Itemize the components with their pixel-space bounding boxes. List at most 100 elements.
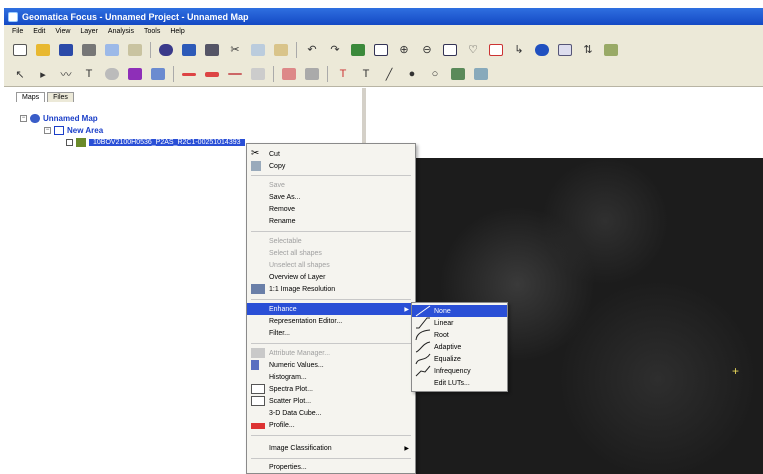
collapse-icon[interactable]: −: [44, 127, 51, 134]
report-icon[interactable]: [601, 41, 621, 59]
pan-icon[interactable]: ♡: [463, 41, 483, 59]
menu-item-spectra-plot[interactable]: Spectra Plot...: [247, 383, 415, 395]
menu-item-overview[interactable]: Overview of Layer: [247, 271, 415, 283]
save-icon[interactable]: [56, 41, 76, 59]
tab-files[interactable]: Files: [47, 92, 74, 102]
menu-item-representation-editor[interactable]: Representation Editor...: [247, 315, 415, 327]
menu-item-copy[interactable]: Copy: [247, 160, 415, 172]
pattern-icon[interactable]: [248, 65, 268, 83]
zoom-out-icon[interactable]: ⊖: [417, 41, 437, 59]
menu-item-scatter-plot[interactable]: Scatter Plot...: [247, 395, 415, 407]
next-arrow-icon[interactable]: ▸: [33, 65, 53, 83]
new-file-icon[interactable]: [10, 41, 30, 59]
point-size-icon[interactable]: ○: [425, 65, 445, 83]
menu-analysis[interactable]: Analysis: [108, 28, 134, 35]
menu-item-save-as[interactable]: Save As...: [247, 191, 415, 203]
zoom-extent-icon[interactable]: [348, 41, 368, 59]
zoom-in-icon[interactable]: ⊕: [394, 41, 414, 59]
undo-icon[interactable]: ↶: [302, 41, 322, 59]
database-icon[interactable]: [202, 41, 222, 59]
text-tool-icon[interactable]: T: [79, 65, 99, 83]
menu-item-profile[interactable]: Profile...: [247, 419, 415, 431]
menu-item-label: Attribute Manager...: [269, 349, 331, 357]
menu-item-save[interactable]: Save: [247, 179, 415, 191]
menu-item-histogram[interactable]: Histogram...: [247, 371, 415, 383]
menu-item-attribute-manager[interactable]: Attribute Manager...: [247, 347, 415, 359]
menu-item-label: Unselect all shapes: [269, 261, 330, 269]
open-folder-icon[interactable]: [33, 41, 53, 59]
font-size-icon[interactable]: T: [356, 65, 376, 83]
tree-node-map[interactable]: − Unnamed Map: [20, 114, 98, 123]
zoom-layer-icon[interactable]: [440, 41, 460, 59]
menu-file[interactable]: File: [12, 28, 23, 35]
submenu-item-none[interactable]: None: [412, 305, 507, 317]
bitmap-icon[interactable]: [471, 65, 491, 83]
tree-node-area[interactable]: − New Area: [44, 126, 103, 135]
scatter-plot-icon: [251, 396, 265, 406]
line-width-icon[interactable]: [202, 65, 222, 83]
menu-item-unselect-all[interactable]: Unselect all shapes: [247, 259, 415, 271]
title-bar: Geomatica Focus - Unnamed Project - Unna…: [4, 8, 763, 25]
info-icon[interactable]: [532, 41, 552, 59]
symbol-icon[interactable]: [279, 65, 299, 83]
menu-item-numeric-values[interactable]: Numeric Values...: [247, 359, 415, 371]
fill-color-icon[interactable]: [125, 65, 145, 83]
menu-item-rename[interactable]: Rename: [247, 215, 415, 227]
submenu-item-edit-luts[interactable]: Edit LUTs...: [412, 377, 507, 389]
window-icon[interactable]: [179, 41, 199, 59]
tree-node-layer[interactable]: 10BOV2100H0536_P2AS_R2C1-00251014393: [66, 138, 245, 147]
menu-view[interactable]: View: [55, 28, 70, 35]
menu-help[interactable]: Help: [170, 28, 184, 35]
tab-maps[interactable]: Maps: [16, 92, 46, 102]
submenu-item-adaptive[interactable]: Adaptive: [412, 341, 507, 353]
menu-item-select-all[interactable]: Select all shapes: [247, 247, 415, 259]
paste-icon[interactable]: [271, 41, 291, 59]
map-view-icon[interactable]: [102, 41, 122, 59]
layer-icon[interactable]: [125, 41, 145, 59]
menu-item-label: Copy: [269, 162, 286, 170]
submenu-item-equalize[interactable]: Equalize: [412, 353, 507, 365]
menu-item-label: Profile...: [269, 421, 295, 429]
lut-curve-icon: [416, 317, 430, 329]
menu-edit[interactable]: Edit: [33, 28, 45, 35]
menu-item-filter[interactable]: Filter...: [247, 327, 415, 339]
point-symbol-icon[interactable]: ●: [402, 65, 422, 83]
polyline-icon[interactable]: 〰: [56, 65, 76, 83]
menu-item-image-classification[interactable]: Image Classification ▶: [247, 442, 415, 454]
copy-icon[interactable]: [248, 41, 268, 59]
submenu-item-linear[interactable]: Linear: [412, 317, 507, 329]
arrow-style-icon[interactable]: [225, 65, 245, 83]
sort-icon[interactable]: ⇅: [578, 41, 598, 59]
submenu-item-infrequency[interactable]: Infrequency: [412, 365, 507, 377]
map-view[interactable]: +: [366, 88, 763, 474]
menu-item-cut[interactable]: ✂ Cut: [247, 148, 415, 160]
draw-icon[interactable]: [156, 41, 176, 59]
menu-item-selectable[interactable]: Selectable: [247, 235, 415, 247]
font-icon[interactable]: T: [333, 65, 353, 83]
symbol-size-icon[interactable]: [302, 65, 322, 83]
line-style-icon[interactable]: [179, 65, 199, 83]
select-arrow-icon[interactable]: ↖: [10, 65, 30, 83]
menu-item-label: Cut: [269, 150, 280, 158]
line-color-icon[interactable]: [148, 65, 168, 83]
pointer-icon[interactable]: ↳: [509, 41, 529, 59]
menu-item-enhance[interactable]: Enhance ▶: [247, 303, 415, 315]
line-tool-icon[interactable]: ╱: [379, 65, 399, 83]
redo-icon[interactable]: ↷: [325, 41, 345, 59]
collapse-icon[interactable]: −: [20, 115, 27, 122]
table-icon[interactable]: [555, 41, 575, 59]
shape-icon[interactable]: [102, 65, 122, 83]
overview-icon[interactable]: [486, 41, 506, 59]
layer-stack-icon[interactable]: [448, 65, 468, 83]
menu-layer[interactable]: Layer: [80, 28, 98, 35]
menu-item-image-resolution[interactable]: 1:1 Image Resolution: [247, 283, 415, 295]
submenu-item-root[interactable]: Root: [412, 329, 507, 341]
menu-item-remove[interactable]: Remove: [247, 203, 415, 215]
menu-tools[interactable]: Tools: [144, 28, 160, 35]
print-icon[interactable]: [79, 41, 99, 59]
menu-item-properties[interactable]: Properties...: [247, 461, 415, 473]
visibility-checkbox-icon[interactable]: [66, 139, 73, 146]
cut-icon[interactable]: ✂: [225, 41, 245, 59]
menu-item-data-cube[interactable]: 3-D Data Cube...: [247, 407, 415, 419]
zoom-box-icon[interactable]: [371, 41, 391, 59]
